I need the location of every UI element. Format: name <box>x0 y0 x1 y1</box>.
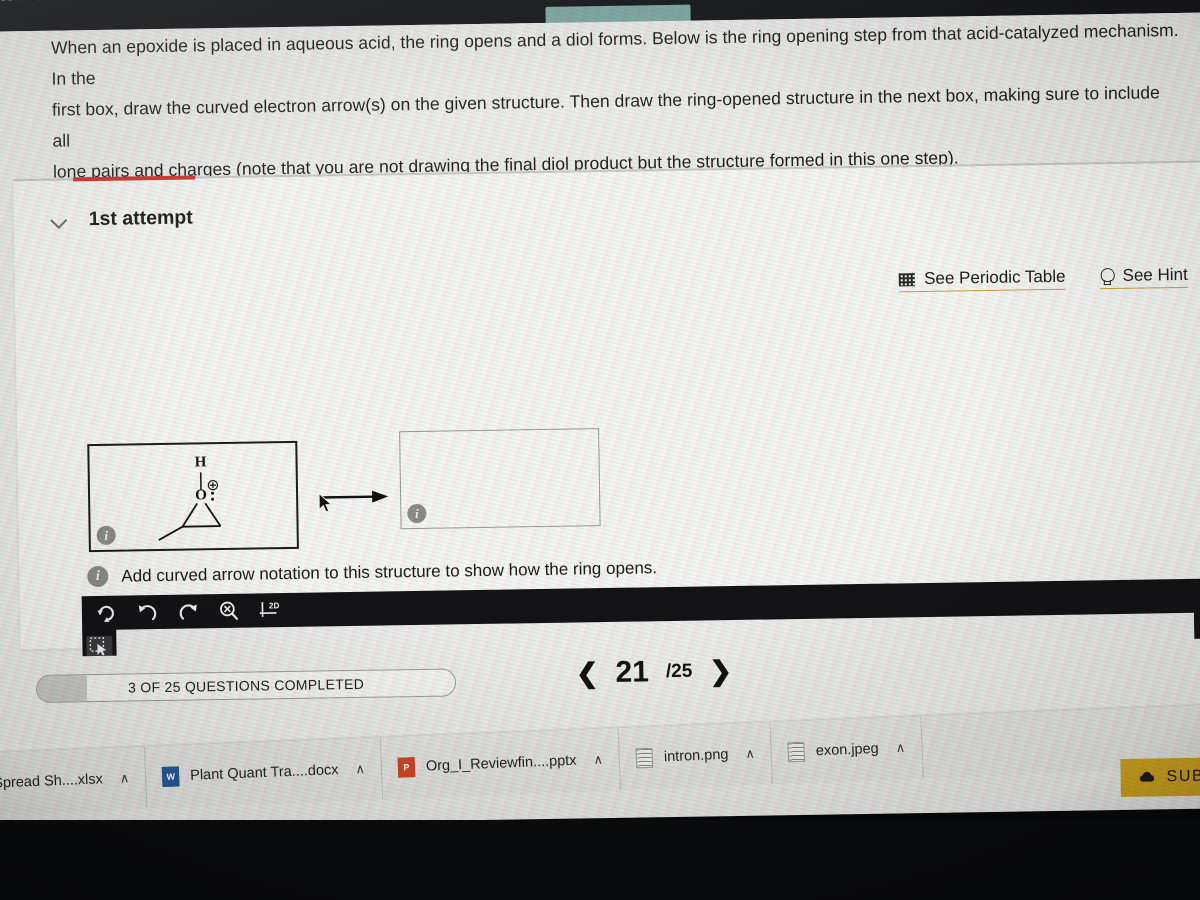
given-structure-box[interactable]: H O i <box>87 440 299 553</box>
attempt-card: 1st attempt See Periodic Table See Hint <box>13 160 1200 797</box>
download-label: Org_I_Reviewfin....pptx <box>425 752 577 775</box>
screen-content: stitution Reactions 12/10/21 When an epo… <box>0 0 1200 828</box>
image-file-icon <box>635 747 654 769</box>
submit-answer-button[interactable]: SUBMIT ANSWER <box>1120 755 1200 797</box>
monitor-photo: stitution Reactions 12/10/21 When an epo… <box>0 0 1200 900</box>
chevron-left-icon[interactable]: ❮ <box>576 658 599 688</box>
pager-total: /25 <box>665 660 693 683</box>
monitor-bezel <box>0 820 1200 900</box>
info-icon: i <box>87 565 109 588</box>
progress-label: 3 OF 25 QUESTIONS COMPLETED <box>127 675 365 696</box>
refresh-icon[interactable] <box>94 601 118 625</box>
chevron-up-icon[interactable]: ∧ <box>745 746 755 762</box>
protonated-epoxide-structure: H O <box>158 454 222 541</box>
undo-icon[interactable] <box>135 600 159 624</box>
question-prompt: When an epoxide is placed in aqueous aci… <box>51 15 1183 188</box>
image-file-icon <box>787 741 806 763</box>
download-label: exon.jpeg <box>815 740 880 760</box>
chevron-up-icon[interactable]: ∧ <box>895 740 905 756</box>
page-body: When an epoxide is placed in aqueous aci… <box>0 12 1200 797</box>
redo-icon[interactable] <box>176 599 200 623</box>
download-item-pptx[interactable]: P Org_I_Reviewfin....pptx ∧ <box>380 728 622 800</box>
magnifier-x-icon[interactable] <box>217 599 241 623</box>
svg-text:H: H <box>195 454 207 470</box>
chevron-up-icon[interactable]: ∧ <box>593 752 603 768</box>
download-item-jpeg[interactable]: exon.jpeg ∧ <box>770 716 924 785</box>
chevron-up-icon[interactable]: ∧ <box>119 770 129 786</box>
download-item-png[interactable]: intron.png ∧ <box>618 722 774 790</box>
download-label: Spread Sh....xlsx <box>0 771 104 792</box>
powerpoint-file-icon: P <box>397 757 416 778</box>
question-pager: ❮ 21 /25 ❯ <box>576 654 733 690</box>
course-title: stitution Reactions <box>0 0 116 8</box>
2d-axis-icon[interactable]: 2D <box>258 598 282 622</box>
svg-text:O: O <box>195 487 207 503</box>
chevron-up-icon[interactable]: ∧ <box>355 761 365 777</box>
submit-answer-label: SUBMIT ANSWER <box>1166 766 1200 786</box>
pager-current: 21 <box>615 655 650 689</box>
download-label: Plant Quant Tra....docx <box>189 762 339 784</box>
download-label: intron.png <box>663 746 729 766</box>
answer-box-info-icon[interactable]: i <box>407 503 427 524</box>
word-file-icon: W <box>161 766 180 787</box>
download-item-docx[interactable]: W Plant Quant Tra....docx ∧ <box>145 737 384 809</box>
svg-text:2D: 2D <box>269 600 280 610</box>
questions-progress-bar: 3 OF 25 QUESTIONS COMPLETED <box>35 668 457 703</box>
chevron-right-icon[interactable]: ❯ <box>709 656 732 686</box>
answer-structure-box[interactable]: i <box>399 428 601 530</box>
upload-cloud-icon <box>1139 771 1155 782</box>
download-item-xlsx[interactable]: X Spread Sh....xlsx ∧ <box>0 746 148 817</box>
mouse-cursor <box>318 492 334 514</box>
